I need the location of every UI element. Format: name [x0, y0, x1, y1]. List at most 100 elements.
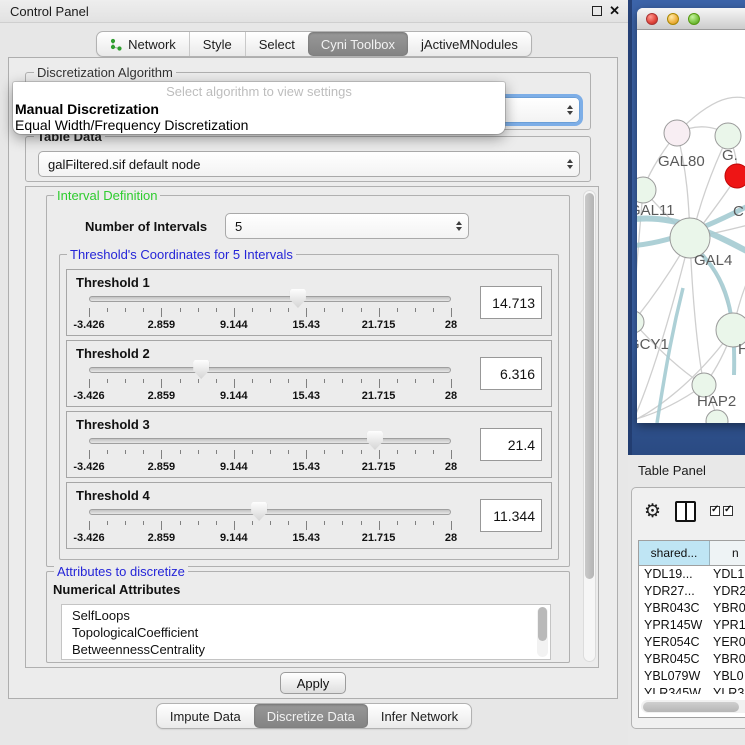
attribute-list-item[interactable]: TopologicalCoefficient [72, 624, 550, 641]
node-label-gal80: GAL80 [658, 153, 705, 170]
table-data-combo[interactable]: galFiltered.sif default node [38, 151, 580, 177]
cell-shared-name[interactable]: YBR043C [639, 600, 710, 617]
scrollbar-thumb[interactable] [585, 193, 594, 579]
control-panel: Control Panel ✕ Network Styl [0, 0, 628, 745]
slider-thumb[interactable] [193, 360, 209, 379]
node-label-fragment-h: H [738, 341, 745, 358]
dropdown-option-manual[interactable]: Manual Discretization [13, 101, 505, 117]
table-row[interactable]: YBR043CYBR0 [639, 600, 745, 617]
cell-shared-name[interactable]: YLR345W [639, 685, 710, 694]
attribute-list-item[interactable]: BetweennessCentrality [72, 641, 550, 658]
thresholds-group: Threshold's Coordinates for 5 Intervals … [59, 254, 559, 560]
slider-thumb[interactable] [251, 502, 267, 521]
threshold-2-value-field[interactable] [480, 357, 542, 390]
slider-track[interactable] [89, 509, 451, 515]
cell-shared-name[interactable]: YPR145W [639, 617, 710, 634]
split-columns-icon[interactable] [675, 501, 696, 522]
slider-tick-labels: -3.4262.8599.14415.4321.71528 [89, 532, 451, 545]
network-graph: GAL80 G. C GAL11 GAL4 GCY1 H HAP2 [637, 30, 745, 423]
scrollbar-thumb[interactable] [643, 702, 739, 712]
tab-cyni-toolbox[interactable]: Cyni Toolbox [308, 32, 408, 56]
tab-select[interactable]: Select [245, 32, 308, 56]
network-canvas[interactable]: GAL80 G. C GAL11 GAL4 GCY1 H HAP2 [637, 30, 745, 423]
table-panel: Table Panel ⚙ shared... n YDL19...YDL1YD… [628, 455, 745, 745]
table-row[interactable]: YDL19...YDL1 [639, 566, 745, 583]
cell-name[interactable]: YPR1 [710, 617, 745, 634]
table-row[interactable]: YPR145WYPR1 [639, 617, 745, 634]
cell-shared-name[interactable]: YDL19... [639, 566, 710, 583]
table-row[interactable]: YER054CYER0 [639, 634, 745, 651]
minimize-traffic-light-icon[interactable] [667, 13, 679, 25]
float-window-icon[interactable] [592, 6, 602, 16]
threshold-2-panel: Threshold 2 -3.4262.8599.14415.4321.7152… [66, 340, 552, 407]
network-window-titlebar[interactable] [637, 8, 745, 30]
list-scrollbar[interactable] [537, 607, 548, 657]
table-row[interactable]: YDR27...YDR2 [639, 583, 745, 600]
cyni-toolbox-panel: Discretization Algorithm Table Data galF… [8, 57, 618, 699]
table-hscrollbar[interactable] [641, 700, 745, 713]
close-traffic-light-icon[interactable] [646, 13, 658, 25]
slider-track[interactable] [89, 296, 451, 302]
screen: Control Panel ✕ Network Styl [0, 0, 745, 745]
cell-shared-name[interactable]: YBR045C [639, 651, 710, 668]
cell-name[interactable]: YLR3 [710, 685, 745, 694]
cell-name[interactable]: YDL1 [710, 566, 745, 583]
threshold-4-value-field[interactable] [480, 499, 542, 532]
threshold-1-value-field[interactable] [480, 286, 542, 319]
tab-infer-network[interactable]: Infer Network [368, 704, 471, 728]
network-node-gal80[interactable] [664, 120, 690, 146]
network-node-gcy1[interactable] [637, 311, 644, 333]
table-row[interactable]: YBL079WYBL0 [639, 668, 745, 685]
apply-button[interactable]: Apply [280, 672, 346, 694]
slider-track[interactable] [89, 367, 451, 373]
tab-style[interactable]: Style [189, 32, 245, 56]
threshold-1-slider: -3.4262.8599.14415.4321.71528 [89, 292, 451, 334]
tab-network[interactable]: Network [97, 32, 189, 56]
slider-thumb[interactable] [290, 289, 306, 308]
group-title: Threshold's Coordinates for 5 Intervals [67, 247, 296, 262]
slider-tick-labels: -3.4262.8599.14415.4321.71528 [89, 319, 451, 332]
zoom-traffic-light-icon[interactable] [688, 13, 700, 25]
cell-name[interactable]: YBL0 [710, 668, 745, 685]
threshold-3-value-field[interactable] [480, 428, 542, 461]
table-row[interactable]: YLR345WYLR3 [639, 685, 745, 694]
column-header-shared-name[interactable]: shared... [639, 541, 710, 565]
attribute-list-item[interactable]: SelfLoops [72, 607, 550, 624]
cell-shared-name[interactable]: YDR27... [639, 583, 710, 600]
threshold-4-panel: Threshold 4 -3.4262.8599.14415.4321.7152… [66, 482, 552, 549]
cell-shared-name[interactable]: YER054C [639, 634, 710, 651]
column-header-name[interactable]: n [710, 541, 745, 565]
close-icon[interactable]: ✕ [609, 6, 620, 16]
node-label-gal4: GAL4 [694, 252, 732, 269]
tab-jactivemnodules[interactable]: jActiveMNodules [408, 32, 531, 56]
dropdown-option-equal-width[interactable]: Equal Width/Frequency Discretization [13, 117, 505, 133]
settings-scrollbar[interactable] [583, 190, 596, 662]
threshold-3-panel: Threshold 3 -3.4262.8599.14415.4321.7152… [66, 411, 552, 478]
network-window: GAL80 G. C GAL11 GAL4 GCY1 H HAP2 [637, 8, 745, 423]
tab-discretize-data[interactable]: Discretize Data [254, 704, 368, 728]
slider-thumb[interactable] [367, 431, 383, 450]
threshold-4-slider: -3.4262.8599.14415.4321.71528 [89, 505, 451, 547]
cell-name[interactable]: YBR0 [710, 600, 745, 617]
cell-name[interactable]: YBR0 [710, 651, 745, 668]
cell-name[interactable]: YDR2 [710, 583, 745, 600]
node-label-fragment-c: C [733, 203, 744, 220]
combo-value: galFiltered.sif default node [48, 157, 200, 172]
num-intervals-combo[interactable]: 5 [225, 213, 469, 239]
table-header-row: shared... n [639, 541, 745, 566]
network-node-top-right[interactable] [715, 123, 741, 149]
table-panel-title: Table Panel [638, 463, 706, 478]
stepper-icon [567, 159, 573, 169]
network-node-selected-red[interactable] [725, 164, 745, 188]
node-label-hap2: HAP2 [697, 393, 736, 410]
table-row[interactable]: YBR045CYBR0 [639, 651, 745, 668]
slider-track[interactable] [89, 438, 451, 444]
gear-icon[interactable]: ⚙ [644, 502, 661, 521]
network-node-gal11[interactable] [637, 177, 656, 203]
column-visibility-icon[interactable] [710, 506, 733, 516]
cell-shared-name[interactable]: YBL079W [639, 668, 710, 685]
tab-impute-data[interactable]: Impute Data [157, 704, 254, 728]
node-label-fragment-g: G. [722, 147, 738, 164]
cell-name[interactable]: YER0 [710, 634, 745, 651]
network-node-bottom[interactable] [706, 410, 728, 423]
